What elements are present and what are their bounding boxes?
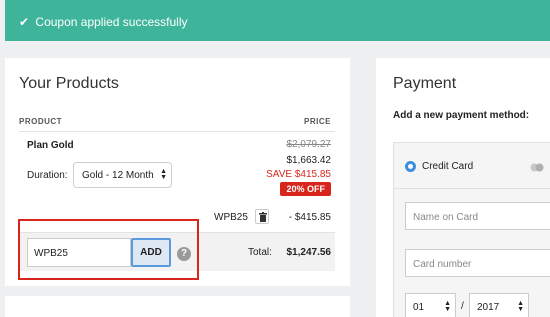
success-alert: ✔ Coupon applied successfully <box>5 0 550 41</box>
expiry-year-value: 2017 <box>477 302 500 313</box>
trash-icon <box>259 212 267 222</box>
products-title: Your Products <box>19 75 119 92</box>
payment-card: Payment Add a new payment method: Credit… <box>376 58 550 317</box>
total-label: Total: <box>248 247 272 258</box>
column-header-price: PRICE <box>304 117 331 126</box>
expiry-month-value: 01 <box>413 302 425 313</box>
discount-badge: 20% OFF <box>280 182 331 196</box>
expiry-year-select[interactable]: 2017 ▲ ▼ <box>469 293 529 317</box>
select-arrows-icon: ▲ ▼ <box>160 168 167 181</box>
applied-coupon-code: WPB25 <box>214 212 248 223</box>
save-amount: SAVE $415.85 <box>266 169 331 180</box>
current-price: $1,663.42 <box>286 155 332 166</box>
check-icon: ✔ <box>19 15 30 29</box>
total-value: $1,247.56 <box>286 247 332 258</box>
card-number-input[interactable]: Card number <box>405 249 550 277</box>
payment-title: Payment <box>393 75 457 92</box>
table-header: PRODUCT PRICE <box>19 117 335 126</box>
product-name: Plan Gold <box>27 140 74 151</box>
credit-card-label: Credit Card <box>422 161 474 172</box>
divider <box>394 188 550 189</box>
credit-card-radio[interactable] <box>405 161 416 172</box>
duration-select[interactable]: Gold - 12 Month ▲ ▼ <box>73 162 172 188</box>
expiry-month-select[interactable]: 01 ▲ ▼ <box>405 293 456 317</box>
select-arrows-icon: ▲ ▼ <box>517 300 524 313</box>
alert-message: Coupon applied successfully <box>35 15 188 29</box>
secondary-card <box>5 296 350 317</box>
column-header-product: PRODUCT <box>19 117 63 126</box>
expiry-separator: / <box>461 301 464 312</box>
card-brand-icon <box>530 163 544 172</box>
discount-amount: - $415.85 <box>288 212 331 223</box>
divider <box>19 131 335 132</box>
original-price: $2,079.27 <box>286 139 332 150</box>
remove-coupon-button[interactable] <box>255 209 269 224</box>
highlight-box <box>18 219 199 280</box>
products-card: Your Products PRODUCT PRICE Plan Gold Du… <box>5 58 350 286</box>
credit-card-panel: Credit Card Name on Card Card number 01 … <box>393 142 550 317</box>
duration-value: Gold - 12 Month <box>82 170 154 181</box>
duration-label: Duration: <box>27 170 68 181</box>
payment-subtitle: Add a new payment method: <box>393 110 530 121</box>
select-arrows-icon: ▲ ▼ <box>444 300 451 313</box>
name-on-card-input[interactable]: Name on Card <box>405 202 550 230</box>
